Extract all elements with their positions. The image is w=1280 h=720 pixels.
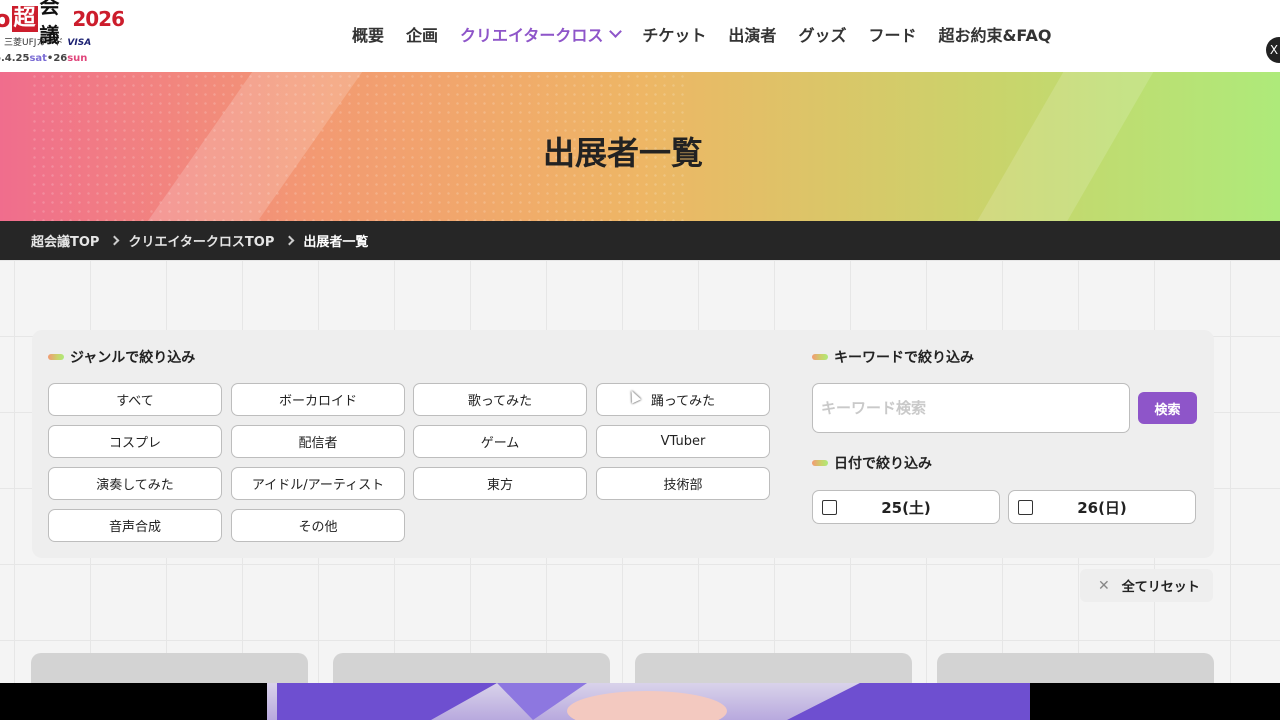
genre-button-ensou[interactable]: 演奏してみた [48, 467, 222, 500]
keyword-search-input[interactable] [812, 383, 1130, 433]
genre-button-touhou[interactable]: 東方 [413, 467, 587, 500]
nav-item-goods[interactable]: グッズ [798, 22, 846, 46]
breadcrumb-link-creator-cross[interactable]: クリエイタークロスTOP [128, 231, 274, 250]
breadcrumb-current: 出展者一覧 [303, 235, 369, 250]
event-date: 6.4.25sat•26sun [0, 53, 124, 64]
sponsor-name: 三菱UFJカード [4, 38, 64, 48]
genre-button-vocaloid[interactable]: ボーカロイド [231, 383, 405, 416]
genre-button-tech[interactable]: 技術部 [596, 467, 770, 500]
close-icon: ✕ [1098, 577, 1110, 594]
label-marker-icon [48, 354, 64, 360]
genre-filter-title: ジャンルで絞り込み [70, 350, 196, 366]
date-checkbox-25[interactable]: 25(土) [812, 490, 1000, 524]
main-nav: 概要 企画 クリエイタークロス チケット 出演者 グッズ フード 超お約束&FA… [352, 22, 1052, 46]
nav-item-overview[interactable]: 概要 [352, 22, 384, 46]
nav-item-performers[interactable]: 出演者 [728, 22, 776, 46]
breadcrumb: 超会議TOP クリエイタークロスTOP 出展者一覧 [0, 221, 1280, 260]
search-button[interactable]: 検索 [1138, 392, 1197, 424]
genre-button-idol-artist[interactable]: アイドル/アーティスト [231, 467, 405, 500]
x-social-icon[interactable]: X [1266, 37, 1280, 63]
genre-button-streamer[interactable]: 配信者 [231, 425, 405, 458]
date-label-26: 26(日) [1077, 498, 1127, 517]
label-marker-icon [812, 460, 828, 466]
chevron-right-icon [284, 235, 295, 246]
genre-button-all[interactable]: すべて [48, 383, 222, 416]
checkbox-icon[interactable] [822, 500, 837, 515]
logo-mark: o [0, 5, 11, 33]
date-checkbox-26[interactable]: 26(日) [1008, 490, 1196, 524]
genre-button-cosplay[interactable]: コスプレ [48, 425, 222, 458]
site-logo[interactable]: o 超 会議 2026 三菱UFJカードVISA 6.4.25sat•26sun [0, 0, 125, 68]
logo-sponsor: 三菱UFJカード VISA [4, 35, 124, 48]
event-date-prefix: 6.4.25 [0, 53, 30, 64]
event-date-sun: sun [67, 53, 88, 64]
genre-filter-label: ジャンルで絞り込み [48, 347, 195, 367]
nav-item-creator-cross-label: クリエイタークロス [460, 26, 604, 45]
nav-item-food[interactable]: フード [868, 22, 916, 46]
event-date-second-day: •26 [46, 53, 68, 64]
date-label-25: 25(土) [881, 498, 931, 517]
date-filter-label: 日付で絞り込み [812, 453, 932, 473]
hero-banner: 出展者一覧 [0, 72, 1280, 221]
genre-button-voice-synth[interactable]: 音声合成 [48, 509, 222, 542]
keyword-filter-title: キーワードで絞り込み [834, 350, 974, 366]
video-art-shape [277, 683, 497, 720]
chevron-right-icon [110, 235, 120, 246]
video-thumbnail[interactable] [267, 683, 1030, 720]
nav-item-creator-cross[interactable]: クリエイタークロス [460, 22, 623, 46]
nav-item-faq[interactable]: 超お約束&FAQ [938, 22, 1051, 46]
event-date-sat: sat [29, 53, 47, 64]
video-art-shape [787, 683, 1030, 720]
chevron-down-icon [609, 25, 623, 38]
label-marker-icon [812, 354, 828, 360]
genre-button-utattemita[interactable]: 歌ってみた [413, 383, 587, 416]
logo-cho: 超 [11, 6, 38, 32]
logo-year: 2026 [72, 7, 125, 31]
genre-button-other[interactable]: その他 [231, 509, 405, 542]
genre-button-game[interactable]: ゲーム [413, 425, 587, 458]
site-header: o 超 会議 2026 三菱UFJカードVISA 6.4.25sat•26sun… [0, 0, 1280, 72]
genre-button-vtuber[interactable]: VTuber [596, 425, 770, 458]
video-art-shape [567, 691, 727, 720]
reset-all-label: 全てリセット [1121, 580, 1200, 595]
date-filter-title: 日付で絞り込み [834, 456, 932, 472]
visa-label: VISA [67, 38, 92, 48]
nav-item-ticket[interactable]: チケット [642, 22, 706, 46]
genre-button-odottemita[interactable]: 踊ってみた [596, 383, 770, 416]
breadcrumb-link-home[interactable]: 超会議TOP [31, 231, 99, 250]
reset-all-button[interactable]: ✕ 全てリセット [1080, 569, 1213, 602]
checkbox-icon[interactable] [1018, 500, 1033, 515]
keyword-filter-label: キーワードで絞り込み [812, 347, 974, 367]
nav-item-projects[interactable]: 企画 [406, 22, 438, 46]
page-title: 出展者一覧 [542, 134, 703, 172]
